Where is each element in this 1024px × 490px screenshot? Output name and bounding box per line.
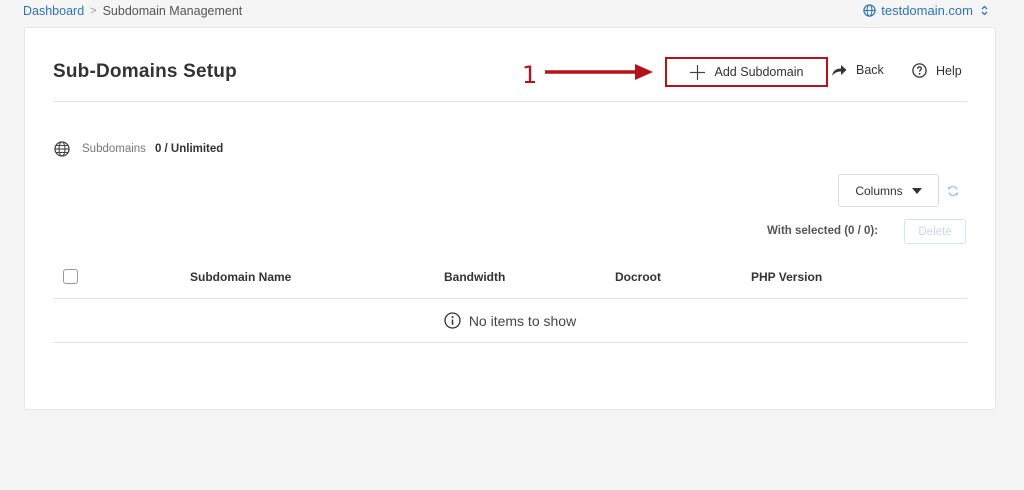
- column-header-php-version[interactable]: PHP Version: [751, 270, 822, 284]
- add-subdomain-label: Add Subdomain: [714, 65, 804, 79]
- select-all-checkbox[interactable]: [63, 269, 78, 284]
- columns-dropdown-button[interactable]: Columns: [838, 174, 939, 207]
- share-arrow-icon: [832, 64, 847, 76]
- domain-selector-value: testdomain.com: [881, 3, 973, 18]
- header-divider: [53, 101, 967, 102]
- annotation-arrow-icon: [545, 64, 653, 80]
- breadcrumb-separator: >: [90, 5, 97, 17]
- empty-message: No items to show: [468, 312, 577, 329]
- subdomain-usage: Subdomains 0 / Unlimited: [54, 141, 223, 157]
- subdomains-card: Sub-Domains Setup 1 Add Subdomain Back H…: [24, 27, 996, 410]
- globe-icon: [863, 4, 876, 17]
- page-title: Sub-Domains Setup: [53, 61, 237, 82]
- refresh-icon[interactable]: [947, 185, 959, 197]
- question-circle-icon: [912, 63, 927, 78]
- add-subdomain-button[interactable]: Add Subdomain: [665, 57, 828, 87]
- breadcrumb-dashboard-link[interactable]: Dashboard: [23, 4, 84, 18]
- usage-value: 0 / Unlimited: [154, 143, 224, 155]
- delete-button[interactable]: Delete: [904, 219, 966, 244]
- columns-label: Columns: [855, 183, 903, 198]
- empty-table-row: No items to show: [53, 299, 967, 343]
- back-button[interactable]: Back: [831, 63, 884, 77]
- column-header-subdomain-name[interactable]: Subdomain Name: [190, 270, 291, 284]
- breadcrumb: Dashboard > Subdomain Management: [23, 4, 242, 18]
- domain-selector[interactable]: testdomain.com: [863, 3, 993, 18]
- info-circle-icon: [444, 312, 461, 329]
- table-header: Subdomain Name Bandwidth Docroot PHP Ver…: [53, 264, 967, 299]
- breadcrumb-current: Subdomain Management: [102, 4, 243, 18]
- help-button[interactable]: Help: [912, 63, 962, 78]
- back-label: Back: [856, 63, 884, 77]
- column-header-bandwidth[interactable]: Bandwidth: [444, 270, 505, 284]
- up-down-caret-icon: [981, 5, 988, 16]
- globe-icon: [54, 141, 70, 157]
- plus-icon: [689, 64, 705, 80]
- caret-down-icon: [911, 187, 922, 194]
- help-label: Help: [936, 63, 962, 78]
- with-selected-label: With selected (0 / 0):: [767, 225, 879, 237]
- column-header-docroot[interactable]: Docroot: [615, 270, 661, 284]
- annotation-step-number: 1: [522, 61, 538, 89]
- usage-label: Subdomains: [82, 143, 146, 155]
